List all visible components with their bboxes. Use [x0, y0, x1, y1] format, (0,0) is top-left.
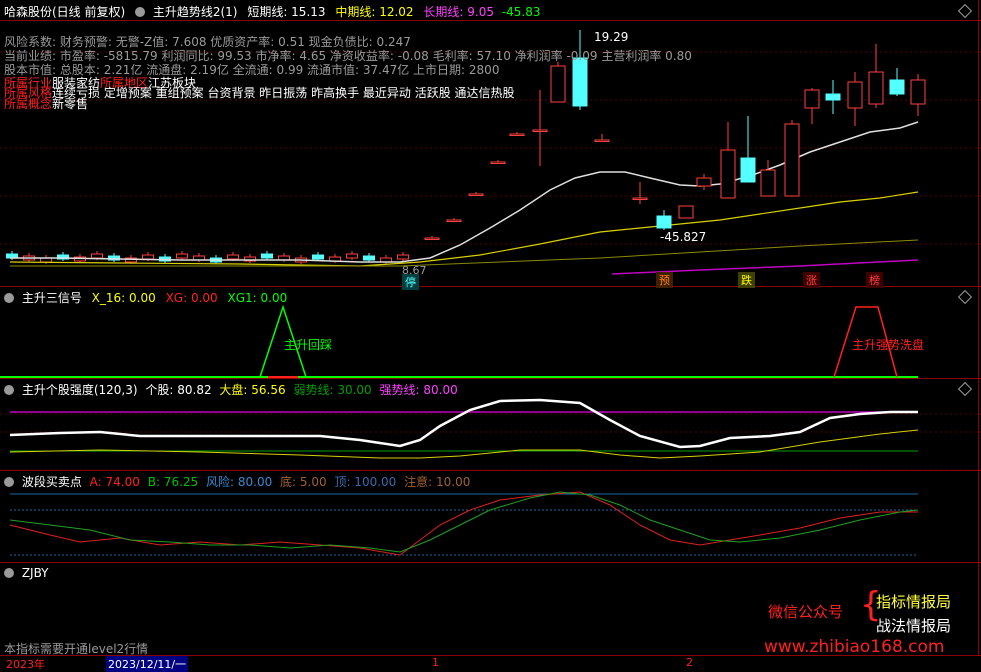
candle-body — [760, 169, 776, 197]
weak-line-value: 弱势线: 30.00 — [293, 383, 372, 397]
candle-body — [363, 255, 375, 261]
xg-value: XG: 0.00 — [165, 291, 218, 305]
panel5-title[interactable]: ZJBY — [22, 566, 49, 580]
bottom-value: 底: 5.00 — [280, 475, 327, 489]
main-panel-top — [0, 20, 981, 21]
candle-body — [720, 149, 736, 199]
candle-body — [142, 254, 154, 260]
low-price-label: -45.827 — [660, 230, 707, 244]
candle-body — [825, 93, 841, 101]
panel2-diamond-icon[interactable] — [957, 289, 973, 305]
ma-short-line — [10, 121, 919, 263]
candle-body — [847, 81, 863, 109]
signal-red-label: 主升强势洗盘 — [852, 338, 925, 352]
concept-value: 新零售 — [52, 97, 89, 111]
candle-body — [550, 65, 566, 103]
stock-strength-value: 个股: 80.82 — [145, 383, 212, 397]
yu-tag: 预 — [656, 272, 673, 288]
candle-body — [424, 237, 440, 240]
long-extra-value: -45.83 — [501, 5, 541, 19]
stock-title: 哈森股份(日线 前复权) — [4, 5, 126, 19]
candle-body — [868, 71, 884, 105]
strong-line-value: 强势线: 80.00 — [379, 383, 458, 397]
candle-body — [910, 79, 926, 105]
candle-body — [532, 129, 548, 132]
panel2-top — [0, 286, 981, 287]
short-ma-value: 短期线: 15.13 — [247, 5, 326, 19]
bang-tag: 榜 — [866, 272, 883, 288]
panel3-top — [0, 378, 981, 379]
candle-body — [468, 193, 484, 196]
candle-body — [446, 219, 462, 222]
market-strength-value: 大盘: 56.56 — [219, 383, 286, 397]
candle-body — [509, 133, 525, 136]
candle-body — [572, 57, 588, 107]
wave-b-value: B: 76.25 — [147, 475, 199, 489]
candle-body — [632, 197, 648, 200]
candle-body — [261, 253, 273, 259]
long-ma-value: 长期线: 9.05 — [423, 5, 494, 19]
zhang-tag: 涨 — [803, 272, 820, 288]
concept-label: 所属概念 — [4, 97, 53, 111]
panel5-top — [0, 562, 981, 563]
indicator-name[interactable]: 主升趋势线2(1) — [153, 5, 238, 19]
candle-body — [804, 89, 820, 109]
right-edge — [978, 0, 979, 656]
panel3-diamond-icon[interactable] — [957, 381, 973, 397]
candle-body — [312, 254, 324, 260]
panel5-menu-icon[interactable] — [4, 568, 14, 578]
watermark-line2: 战法情报局 — [876, 617, 952, 635]
candle-body — [91, 253, 103, 259]
watermark-url[interactable]: www.zhibiao168.com — [764, 637, 944, 657]
signal-green-label: 主升回踩 — [284, 338, 333, 352]
panel3-menu-icon[interactable] — [4, 385, 14, 395]
level2-note: 本指标需要开通level2行情 — [4, 642, 149, 656]
notice-value: 注意: 10.00 — [404, 475, 471, 489]
month-tick-2: 2 — [686, 656, 693, 669]
panel3-title[interactable]: 主升个股强度(120,3) — [22, 383, 138, 397]
x16-value: X_16: 0.00 — [91, 291, 156, 305]
ting-tag: 停 — [402, 274, 419, 290]
high-price-label: 19.29 — [594, 30, 629, 44]
cursor-date: 2023/12/11/一 — [106, 656, 189, 672]
watermark-line1: 指标情报局 — [876, 593, 952, 611]
panel2-title[interactable]: 主升三信号 — [22, 291, 82, 305]
xg1-value: XG1: 0.00 — [227, 291, 288, 305]
panel4-menu-icon[interactable] — [4, 477, 14, 487]
candle-body — [889, 79, 905, 95]
panel4-title[interactable]: 波段买卖点 — [22, 475, 82, 489]
indicator-menu-icon[interactable] — [135, 7, 146, 17]
candle-body — [740, 157, 756, 183]
candle-body — [696, 177, 712, 187]
stock-strength-line — [9, 398, 918, 449]
candle-body — [490, 161, 506, 164]
wechat-label: 微信公众号 — [768, 603, 844, 621]
panel4-top — [0, 470, 981, 471]
wave-a-value: A: 74.00 — [89, 475, 140, 489]
style-value: 连续亏损 定增预案 重组预案 台资背景 昨日振荡 昨高换手 最近异动 活跃股 通… — [52, 86, 515, 100]
risk-value: 风险: 80.00 — [206, 475, 273, 489]
die-tag: 跌 — [738, 272, 755, 288]
candle-body — [656, 215, 672, 229]
year-label: 2023年 — [6, 658, 45, 671]
candle-body — [594, 139, 610, 142]
panel2-menu-icon[interactable] — [4, 293, 14, 303]
mid-ma-value: 中期线: 12.02 — [335, 5, 414, 19]
candle-body — [397, 254, 409, 260]
candle-body — [227, 254, 239, 260]
candle-body — [678, 205, 694, 219]
candle-body — [784, 123, 800, 197]
top-value: 顶: 100.00 — [334, 475, 397, 489]
month-tick-1: 1 — [432, 656, 439, 669]
candle-body — [176, 253, 188, 259]
expand-diamond-icon[interactable] — [957, 3, 973, 19]
candle-body — [346, 253, 358, 259]
